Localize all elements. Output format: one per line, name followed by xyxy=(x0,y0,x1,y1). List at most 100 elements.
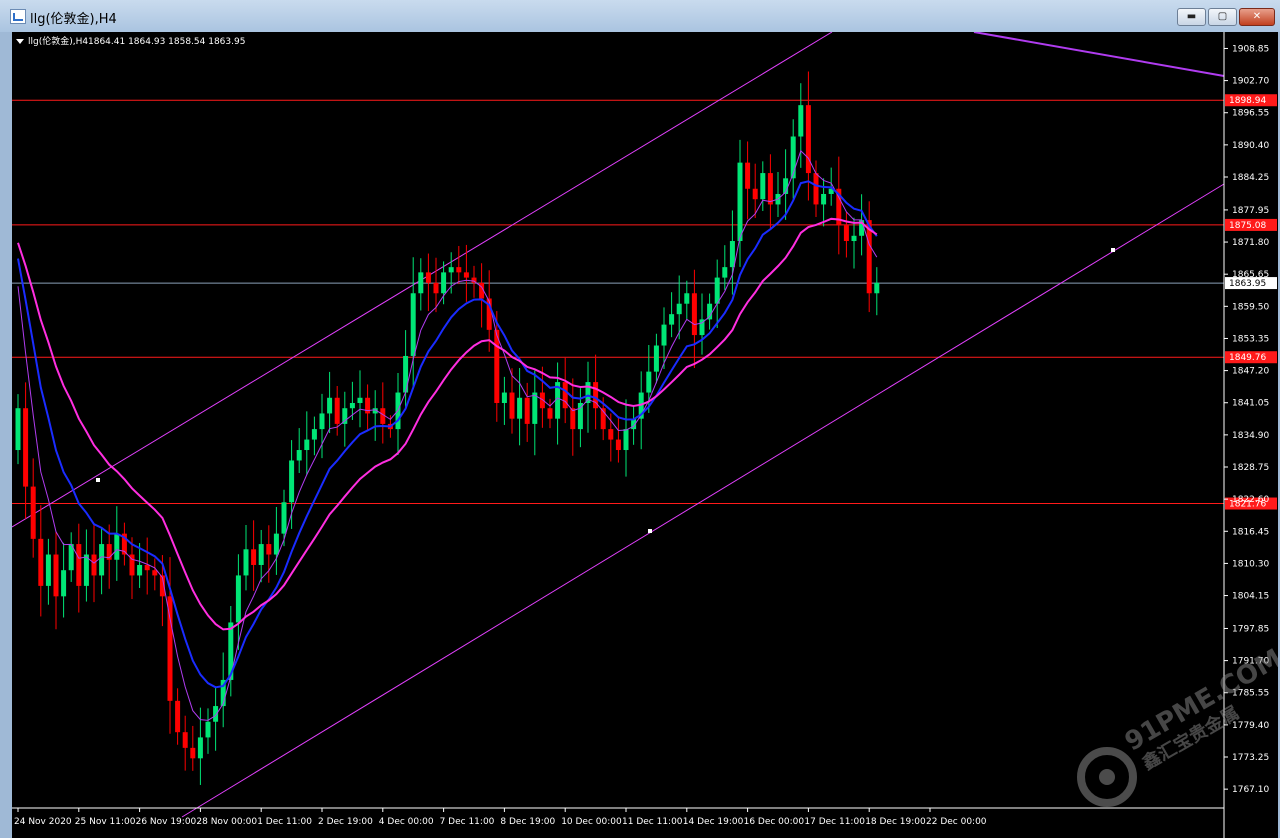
candle-bull xyxy=(441,272,447,294)
candle-bull xyxy=(722,267,728,278)
trendline-anchor-point[interactable] xyxy=(648,529,652,533)
candle-bull xyxy=(304,439,310,451)
candle-bull xyxy=(760,173,766,200)
y-tick-label: 1834.90 xyxy=(1232,431,1269,441)
x-tick-label: 18 Dec 19:00 xyxy=(865,817,926,827)
candle-bear xyxy=(53,554,59,597)
candle-bear xyxy=(456,267,462,273)
candle-bear xyxy=(182,732,188,748)
candle-bear xyxy=(843,225,849,242)
candle-bear xyxy=(190,747,196,759)
candle-bull xyxy=(661,324,667,346)
trendline-anchor-point[interactable] xyxy=(1111,248,1115,252)
candle-bear xyxy=(539,392,545,409)
candle-bull xyxy=(403,355,409,393)
candle-bear xyxy=(570,408,576,430)
symbol-menu-triangle-icon[interactable] xyxy=(16,39,24,44)
candle-bear xyxy=(23,408,29,487)
candle-bull xyxy=(296,450,302,461)
candle-bull xyxy=(851,235,857,242)
close-button[interactable]: ✕ xyxy=(1239,8,1275,26)
candle-bull xyxy=(319,413,325,430)
candle-bull xyxy=(501,392,507,403)
y-tick-label: 1773.25 xyxy=(1232,753,1269,763)
candle-bull xyxy=(83,554,89,586)
candle-bear xyxy=(152,570,158,576)
maximize-button[interactable]: ▢ xyxy=(1208,8,1237,26)
candle-bull xyxy=(137,564,143,576)
candle-bull xyxy=(327,397,333,414)
candle-bear xyxy=(91,554,97,576)
y-tick-label: 1877.95 xyxy=(1232,206,1269,216)
candle-bull xyxy=(197,737,203,759)
candle-bull xyxy=(737,162,743,242)
x-tick-label: 10 Dec 00:00 xyxy=(561,817,622,827)
y-tick-label: 1767.10 xyxy=(1232,785,1269,795)
candle-bull xyxy=(114,533,120,560)
candle-bull xyxy=(821,193,827,205)
price-level-label: 1875.08 xyxy=(1229,221,1266,231)
candle-bull xyxy=(669,314,675,325)
candle-bear xyxy=(547,408,553,419)
window-title: llg(伦敦金),H4 xyxy=(30,12,117,27)
chart-ohlc-label: 1864.41 1864.93 1858.54 1863.95 xyxy=(88,37,245,47)
candle-bear xyxy=(425,272,431,283)
window-titlebar: llg(伦敦金),H4 ▬ ▢ ✕ xyxy=(0,0,1280,32)
candle-bear xyxy=(813,173,819,205)
x-tick-label: 26 Nov 19:00 xyxy=(136,817,197,827)
candle-bull xyxy=(281,502,287,534)
candle-bear xyxy=(433,282,439,294)
y-tick-label: 1822.60 xyxy=(1232,495,1269,505)
candle-bear xyxy=(175,700,181,733)
candle-bull xyxy=(676,303,682,315)
y-tick-label: 1884.25 xyxy=(1232,173,1269,183)
candle-bear xyxy=(251,549,257,565)
x-tick-label: 1 Dec 11:00 xyxy=(257,817,312,827)
candle-bear xyxy=(767,173,773,205)
price-chart[interactable]: 1898.941875.081849.761821.761908.851902.… xyxy=(12,32,1278,838)
current-price-label: 1863.95 xyxy=(1229,279,1266,289)
channel-lower-line[interactable] xyxy=(181,183,1225,818)
candle-bear xyxy=(752,188,758,200)
y-tick-label: 1853.35 xyxy=(1232,334,1269,344)
candle-bull xyxy=(235,575,241,623)
candle-bull xyxy=(61,570,67,597)
y-tick-label: 1859.50 xyxy=(1232,302,1269,312)
candle-bull xyxy=(349,402,355,409)
y-tick-label: 1816.45 xyxy=(1232,527,1269,537)
candle-bull xyxy=(532,392,538,424)
candle-bull xyxy=(273,533,279,555)
x-tick-label: 17 Dec 11:00 xyxy=(804,817,865,827)
x-tick-label: 11 Dec 11:00 xyxy=(622,817,683,827)
y-tick-label: 1797.85 xyxy=(1232,624,1269,634)
candle-bear xyxy=(144,564,150,571)
candle-bull xyxy=(729,241,735,268)
candle-bull xyxy=(448,267,454,273)
candle-bear xyxy=(745,162,751,189)
candle-bull xyxy=(410,293,416,356)
candle-bull xyxy=(311,429,317,440)
candle-bear xyxy=(167,596,173,701)
trendline-upper-right[interactable] xyxy=(973,32,1225,77)
y-tick-label: 1871.80 xyxy=(1232,238,1269,248)
x-tick-label: 14 Dec 19:00 xyxy=(683,817,744,827)
candle-bull xyxy=(874,282,880,294)
candle-bull xyxy=(243,549,249,576)
minimize-button[interactable]: ▬ xyxy=(1177,8,1206,26)
candle-bull xyxy=(213,706,219,722)
trendline-anchor-point[interactable] xyxy=(96,478,100,482)
x-tick-label: 8 Dec 19:00 xyxy=(500,817,555,827)
y-tick-label: 1841.05 xyxy=(1232,399,1269,409)
chart-area[interactable]: 1898.94 1875.08 1849.76 1821.76 1908.85 1902.… xyxy=(12,32,1278,838)
candle-bull xyxy=(798,105,804,137)
candle-bear xyxy=(30,486,36,539)
candle-bull xyxy=(577,402,583,430)
watermark-logo-center-icon xyxy=(1099,769,1115,785)
candle-bull xyxy=(205,721,211,738)
candle-bear xyxy=(266,544,272,555)
y-tick-label: 1804.15 xyxy=(1232,592,1269,602)
candle-bull xyxy=(623,429,629,451)
candle-bull xyxy=(357,397,363,403)
x-tick-label: 28 Nov 00:00 xyxy=(196,817,257,827)
candle-bear xyxy=(615,439,621,451)
